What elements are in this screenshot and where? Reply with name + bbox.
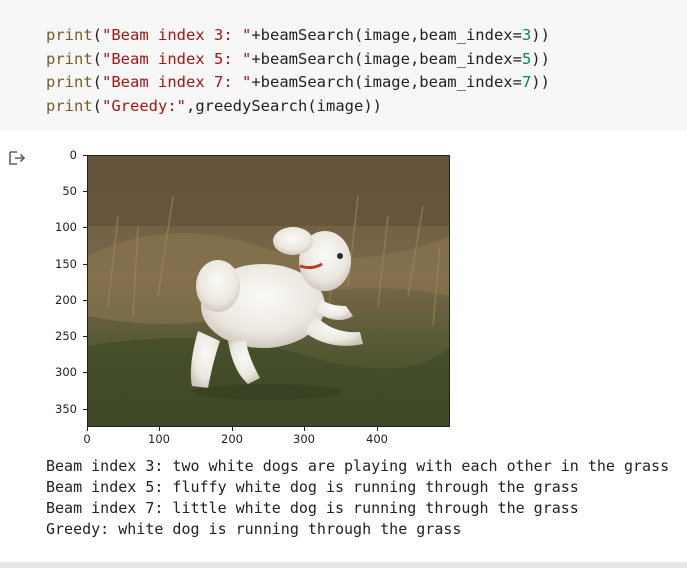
x-tick-mark	[304, 427, 305, 431]
code-punct: (	[92, 96, 103, 115]
stdout-line: Beam index 3: two white dogs are playing…	[46, 457, 670, 475]
dog-photo-drawing	[88, 156, 449, 426]
code-text: +beamSearch(image,beam_index=	[251, 49, 522, 68]
code-string: "Greedy:"	[102, 96, 187, 115]
stdout-line: Beam index 7: little white dog is runnin…	[46, 499, 579, 517]
x-tick-label: 400	[366, 432, 388, 446]
x-tick-label: 300	[293, 432, 315, 446]
code-fn: print	[46, 49, 93, 68]
code-text: +beamSearch(image,beam_index=	[251, 26, 522, 44]
x-tick-mark	[377, 427, 378, 431]
y-tick-mark	[83, 191, 87, 192]
code-fn: print	[46, 73, 93, 91]
y-tick-label: 50	[62, 184, 77, 198]
x-tick-mark	[159, 427, 160, 431]
y-tick-mark	[83, 409, 87, 410]
code-line[interactable]: print("Greedy:",greedySearch(image))	[46, 95, 382, 119]
code-string: "Beam index 3: "	[102, 26, 252, 44]
code-string: "Beam index 5: "	[102, 49, 252, 68]
code-line[interactable]: print("Beam index 3: "+beamSearch(image,…	[46, 24, 550, 48]
code-punct: (	[92, 26, 103, 44]
stdout-line: Greedy: white dog is running through the…	[46, 520, 462, 538]
code-cell[interactable]: print("Beam index 3: "+beamSearch(image,…	[0, 0, 687, 131]
code-fn: print	[46, 26, 93, 44]
dog-photo	[87, 155, 450, 427]
y-tick-label: 200	[55, 293, 77, 307]
code-text: +beamSearch(image,beam_index=	[251, 73, 522, 91]
x-tick-label: 100	[148, 432, 170, 446]
code-string: "Beam index 7: "	[102, 73, 252, 91]
y-tick-mark	[83, 336, 87, 337]
y-tick-label: 150	[55, 257, 77, 271]
stdout-line: Beam index 5: fluffy white dog is runnin…	[46, 478, 579, 496]
y-tick-mark	[83, 155, 87, 156]
code-fn: print	[46, 96, 93, 115]
x-tick-mark	[232, 427, 233, 431]
y-tick-mark	[83, 300, 87, 301]
code-text: ,greedySearch(image))	[186, 96, 382, 115]
y-tick-label: 100	[55, 220, 77, 234]
code-line[interactable]: print("Beam index 7: "+beamSearch(image,…	[46, 71, 550, 95]
y-tick-mark	[83, 372, 87, 373]
x-tick-mark	[87, 427, 88, 431]
y-tick-label: 0	[69, 148, 77, 162]
y-tick-label: 250	[55, 329, 77, 343]
output-toggle-icon[interactable]	[8, 149, 26, 167]
code-line[interactable]: print("Beam index 5: "+beamSearch(image,…	[46, 48, 550, 72]
x-tick-label: 0	[83, 432, 91, 446]
code-number: 3	[521, 26, 532, 44]
x-tick-label: 200	[221, 432, 243, 446]
y-tick-mark	[83, 227, 87, 228]
code-punct: ))	[531, 26, 550, 44]
horizontal-scrollbar[interactable]	[0, 562, 687, 568]
code-punct: (	[92, 73, 103, 91]
code-punct: ))	[531, 49, 550, 68]
y-tick-label: 300	[55, 365, 77, 379]
y-tick-mark	[83, 264, 87, 265]
y-tick-label: 350	[55, 402, 77, 416]
code-punct: (	[92, 49, 103, 68]
code-number: 5	[521, 49, 532, 68]
stdout-text: Beam index 3: two white dogs are playing…	[46, 456, 669, 540]
code-punct: ))	[531, 73, 550, 91]
code-number: 7	[521, 73, 532, 91]
